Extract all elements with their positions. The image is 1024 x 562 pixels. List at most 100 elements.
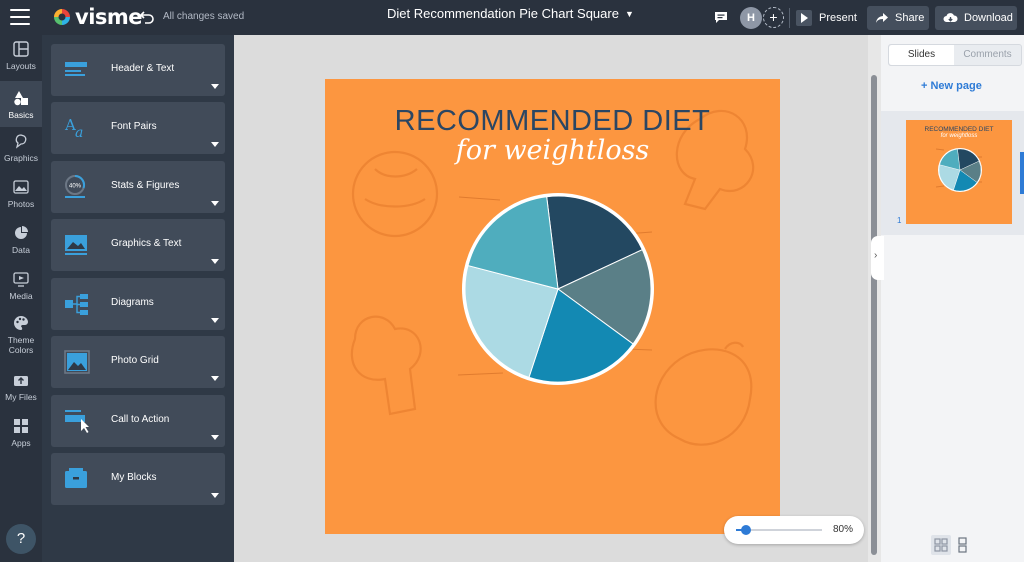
svg-text:a: a [75, 125, 83, 140]
rail-item-media[interactable]: Media [0, 271, 42, 311]
pie-leader-line [935, 148, 945, 151]
top-bar: visme All changes saved Diet Recommendat… [0, 0, 1024, 35]
panel-resize-handle[interactable] [1020, 152, 1024, 194]
undo-icon[interactable] [139, 9, 155, 25]
caret-down-icon [211, 318, 219, 323]
caret-down-icon [211, 435, 219, 440]
block-my-blocks[interactable]: My Blocks [51, 453, 225, 505]
photo-icon [13, 180, 29, 194]
zoom-slider-handle[interactable] [741, 525, 752, 535]
photo-grid-icon [64, 350, 90, 374]
grid-view-icon [934, 538, 948, 552]
caret-down-icon [211, 376, 219, 381]
rail-item-layouts[interactable]: Layouts [0, 41, 42, 81]
layout-icon [13, 41, 29, 57]
slide-canvas[interactable]: RECOMMENDED DIET for weightloss [325, 79, 780, 534]
caret-down-icon [211, 493, 219, 498]
block-label: Font Pairs [111, 121, 157, 132]
rail-item-theme-colors[interactable]: Theme Colors [0, 315, 42, 361]
document-title-text: Diet Recommendation Pie Chart Square [387, 6, 619, 21]
rail-label: Layouts [6, 61, 36, 71]
tab-slides[interactable]: Slides [889, 45, 954, 65]
share-label: Share [895, 12, 925, 24]
header-text-icon [65, 62, 87, 76]
grid-view-button[interactable] [931, 535, 951, 555]
caret-down-icon [211, 259, 219, 264]
block-diagrams[interactable]: Diagrams [51, 278, 225, 330]
tab-comments[interactable]: Comments [954, 45, 1021, 65]
avatar[interactable]: H [740, 7, 762, 29]
logo-text: visme [75, 5, 143, 29]
add-collaborator-icon[interactable]: + [763, 7, 784, 28]
rail-item-my-files[interactable]: My Files [0, 372, 42, 412]
rail-label: Data [12, 245, 30, 255]
collapse-panel-toggle[interactable]: › [871, 236, 884, 280]
block-photo-grid[interactable]: Photo Grid [51, 336, 225, 388]
rail-label: Basics [8, 110, 34, 120]
comment-icon[interactable] [714, 11, 728, 24]
blocks-panel: Header & Text Aa Font Pairs 40% Stats & … [42, 35, 234, 562]
block-label: Photo Grid [111, 355, 159, 366]
divider [789, 8, 790, 28]
upload-icon [14, 376, 28, 386]
help-button[interactable]: ? [6, 524, 36, 554]
download-button[interactable]: Download [935, 6, 1017, 30]
pie-chart-icon [15, 226, 28, 239]
font-pairs-icon: Aa [64, 116, 83, 140]
rail-item-basics[interactable]: Basics [0, 81, 42, 127]
panel-tabs: Slides Comments [888, 44, 1022, 66]
canvas-area[interactable]: RECOMMENDED DIET for weightloss 80% [234, 35, 868, 562]
rail-item-graphics[interactable]: Graphics [0, 133, 42, 173]
download-label: Download [964, 12, 1013, 24]
shapes-icon [14, 91, 28, 106]
scrollbar-thumb[interactable] [871, 75, 877, 555]
palette-icon [14, 316, 28, 330]
pie-chart[interactable] [325, 79, 780, 534]
caret-down-icon [211, 142, 219, 147]
pie-leader-line [457, 372, 504, 376]
present-label: Present [819, 12, 857, 24]
slide-thumbnail-row[interactable]: 1 RECOMMENDED DIET for weightloss [881, 111, 1024, 235]
rail-label: Photos [7, 199, 35, 209]
rail-item-data[interactable]: Data [0, 225, 42, 265]
stats-icon-text: 40% [69, 184, 82, 190]
canvas-scrollbar[interactable] [868, 35, 881, 562]
share-icon [876, 13, 888, 23]
slide-thumbnail[interactable]: RECOMMENDED DIET for weightloss [906, 120, 1012, 224]
block-stats-figures[interactable]: 40% Stats & Figures [51, 161, 225, 213]
visme-logo[interactable]: visme [52, 5, 143, 29]
menu-icon[interactable] [10, 9, 30, 25]
apps-icon [14, 419, 28, 433]
block-label: Header & Text [111, 63, 175, 74]
caret-down-icon [211, 201, 219, 206]
block-label: Diagrams [111, 297, 154, 308]
list-view-icon [958, 537, 967, 553]
share-button[interactable]: Share [867, 6, 929, 30]
left-rail: Layouts Basics Graphics Photos Data Medi… [0, 35, 42, 562]
graphics-icon [15, 134, 27, 149]
rail-label: My Files [5, 392, 37, 402]
block-call-to-action[interactable]: Call to Action [51, 395, 225, 447]
rail-item-apps[interactable]: Apps [0, 418, 42, 458]
block-font-pairs[interactable]: Aa Font Pairs [51, 102, 225, 154]
block-label: Graphics & Text [111, 238, 182, 249]
chevron-right-icon: › [874, 250, 878, 261]
slide-number: 1 [897, 216, 902, 225]
block-header-text[interactable]: Header & Text [51, 44, 225, 96]
rail-label: Theme Colors [7, 335, 35, 355]
rail-label: Media [9, 291, 33, 301]
stats-icon: 40% [65, 175, 85, 198]
document-title[interactable]: Diet Recommendation Pie Chart Square ▼ [387, 6, 634, 21]
slides-panel: Slides Comments + New page 1 RECOMMENDED… [881, 35, 1024, 562]
block-graphics-text[interactable]: Graphics & Text [51, 219, 225, 271]
zoom-value[interactable]: 80% [833, 524, 853, 535]
view-toggle [931, 535, 975, 555]
logo-mark-icon [54, 9, 70, 25]
block-label: Stats & Figures [111, 180, 180, 191]
rail-item-photos[interactable]: Photos [0, 179, 42, 219]
present-button[interactable]: Present [796, 7, 857, 29]
new-page-button[interactable]: + New page [921, 80, 982, 92]
call-to-action-icon [65, 410, 89, 433]
play-icon [796, 10, 812, 26]
list-view-button[interactable] [953, 535, 973, 555]
